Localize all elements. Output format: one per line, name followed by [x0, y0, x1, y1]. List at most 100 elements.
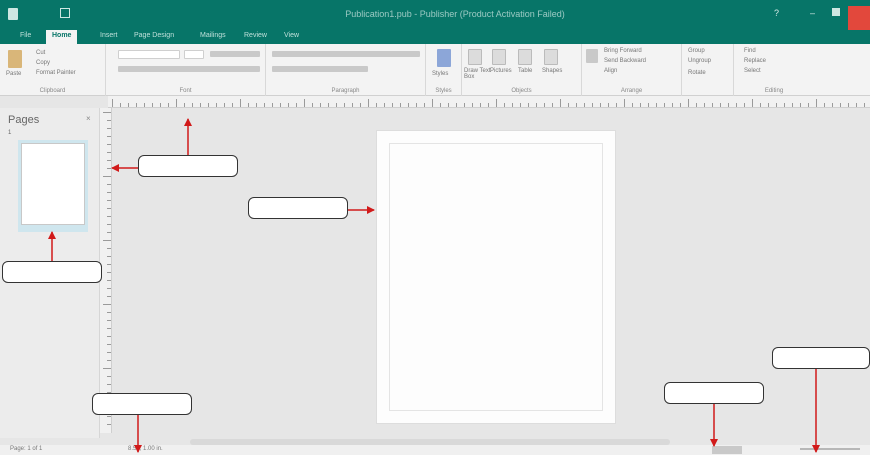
ruler-tick [392, 103, 393, 107]
ungroup-button[interactable]: Ungroup [688, 58, 711, 64]
ruler-tick [107, 344, 111, 345]
ruler-tick [352, 103, 353, 107]
paragraph-group-label: Paragraph [331, 88, 360, 94]
ruler-tick [712, 103, 713, 107]
ruler-tick [792, 103, 793, 107]
font-size-dropdown[interactable] [184, 50, 204, 59]
ruler-tick [512, 103, 513, 107]
paste-button[interactable]: Paste [6, 71, 21, 77]
window-title: Publication1.pub - Publisher (Product Ac… [345, 9, 565, 19]
view-buttons[interactable] [712, 446, 742, 454]
title-bar: Publication1.pub - Publisher (Product Ac… [0, 0, 870, 30]
bring-forward-button[interactable]: Bring Forward [604, 48, 642, 54]
ruler-tick [107, 336, 111, 337]
table-button[interactable]: Table [518, 68, 532, 74]
ruler-tick [107, 200, 111, 201]
page-margin-guides [389, 143, 603, 411]
ruler-tick [464, 103, 465, 107]
page-indicator[interactable]: Page: 1 of 1 [10, 446, 42, 452]
ruler-tick [107, 296, 111, 297]
objects-group: Draw Text Box Pictures Table Shapes Obje… [462, 44, 582, 96]
ruler-tick [224, 103, 225, 107]
ruler-tick [552, 103, 553, 107]
find-button[interactable]: Find [744, 48, 756, 54]
tab-home[interactable]: Home [46, 30, 78, 44]
horizontal-ruler[interactable] [108, 96, 870, 108]
save-icon[interactable] [60, 8, 70, 18]
ruler-tick [344, 103, 345, 107]
ruler-tick [103, 240, 111, 241]
page-thumbnail[interactable] [18, 140, 88, 232]
ruler-tick [208, 103, 209, 107]
pages-pane-close-icon[interactable]: × [86, 114, 91, 123]
ruler-tick [107, 248, 111, 249]
ruler-tick [256, 103, 257, 107]
select-button[interactable]: Select [744, 68, 761, 74]
account-icon[interactable] [848, 6, 870, 30]
cut-button[interactable]: Cut [36, 50, 45, 56]
ruler-tick [520, 103, 521, 107]
send-backward-button[interactable]: Send Backward [604, 58, 646, 64]
list-indent-buttons[interactable] [272, 51, 420, 57]
draw-text-box-button[interactable]: Draw Text Box [464, 68, 492, 80]
styles-icon[interactable] [437, 49, 451, 67]
arrange-group-label: Arrange [620, 88, 643, 94]
ruler-tick [744, 103, 745, 107]
paste-icon[interactable] [8, 50, 22, 68]
font-format-buttons[interactable] [118, 66, 260, 72]
ribbon-tabs: File Home Insert Page Design Mailings Re… [0, 30, 870, 44]
ruler-tick [120, 103, 121, 107]
ruler-tick [720, 103, 721, 107]
ruler-tick [864, 103, 865, 107]
font-size-buttons[interactable] [210, 51, 260, 57]
callout-box-status-bar [92, 393, 192, 415]
pictures-button[interactable]: Pictures [490, 68, 512, 74]
restore-button[interactable] [832, 8, 840, 16]
copy-button[interactable]: Copy [36, 60, 50, 66]
align-button[interactable]: Align [604, 68, 617, 74]
shapes-button[interactable]: Shapes [542, 68, 562, 74]
font-name-dropdown[interactable] [118, 50, 180, 59]
text-box-icon[interactable] [468, 49, 482, 65]
ruler-tick [832, 103, 833, 107]
ruler-tick [568, 103, 569, 107]
tab-view[interactable]: View [284, 32, 299, 39]
help-button[interactable]: ? [774, 8, 779, 18]
wrap-text-icon[interactable] [586, 49, 598, 63]
tab-file[interactable]: File [20, 32, 31, 39]
group-button[interactable]: Group [688, 48, 705, 54]
ruler-tick [600, 103, 601, 107]
ruler-tick [672, 103, 673, 107]
alignment-buttons[interactable] [272, 66, 368, 72]
ruler-tick [107, 288, 111, 289]
publication-page[interactable] [376, 130, 616, 424]
callout-box-view-buttons [664, 382, 764, 404]
table-icon[interactable] [518, 49, 532, 65]
ruler-tick [768, 103, 769, 107]
ruler-tick [152, 103, 153, 107]
zoom-slider[interactable] [800, 448, 860, 450]
format-painter-button[interactable]: Format Painter [36, 70, 76, 76]
ruler-tick [107, 352, 111, 353]
styles-button[interactable]: Styles [432, 71, 448, 77]
pictures-icon[interactable] [492, 49, 506, 65]
tab-page-design[interactable]: Page Design [134, 32, 174, 39]
minimize-button[interactable]: – [810, 8, 815, 18]
ruler-tick [136, 103, 137, 107]
ruler-tick [648, 103, 649, 107]
ruler-tick [584, 103, 585, 107]
tab-review[interactable]: Review [244, 32, 267, 39]
replace-button[interactable]: Replace [744, 58, 766, 64]
grouping-group: Group Ungroup Rotate [682, 44, 734, 96]
clipboard-group: Paste Cut Copy Format Painter Clipboard [0, 44, 106, 96]
ruler-tick [776, 103, 777, 107]
shapes-icon[interactable] [544, 49, 558, 65]
tab-insert[interactable]: Insert [100, 32, 118, 39]
ruler-tick [107, 208, 111, 209]
ruler-tick [416, 103, 417, 107]
paragraph-group: Paragraph [266, 44, 426, 96]
font-group-label: Font [179, 88, 192, 94]
rotate-button[interactable]: Rotate [688, 70, 706, 76]
ruler-tick [107, 192, 111, 193]
tab-mailings[interactable]: Mailings [200, 32, 226, 39]
